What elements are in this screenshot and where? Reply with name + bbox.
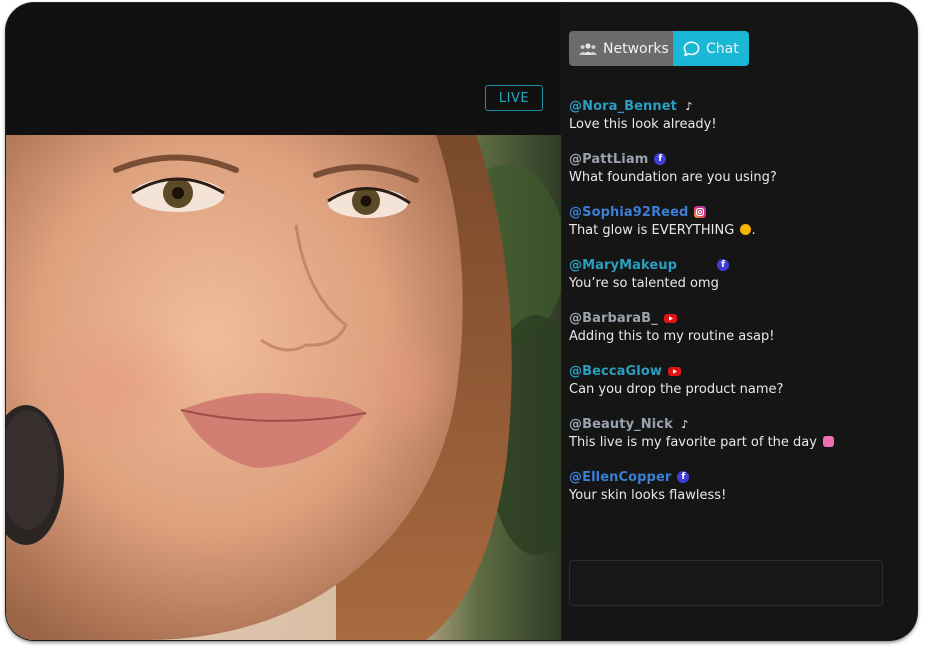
chat-message: @MaryMakeup f You’re so talented omg <box>569 256 899 309</box>
chat-message: @BarbaraB_ Adding this to my routine asa… <box>569 309 899 362</box>
video-pane: LIVE <box>6 3 561 640</box>
chat-message: @PattLiam f What foundation are you usin… <box>569 150 899 203</box>
heart-eyes-emoji <box>740 224 752 235</box>
view-tabs: Networks Chat <box>569 31 749 66</box>
youtube-icon <box>663 313 677 323</box>
chat-bubble-icon <box>683 40 700 56</box>
chat-input[interactable] <box>569 560 883 606</box>
live-badge: LIVE <box>485 85 543 111</box>
facebook-icon: f <box>677 471 690 483</box>
chat-message: @Nora_Bennet ♪ Love this look already! <box>569 97 899 150</box>
chat-message-text: You’re so talented omg <box>569 276 719 291</box>
tab-networks[interactable]: Networks <box>569 31 673 66</box>
chat-username[interactable]: @PattLiam <box>569 152 648 167</box>
chat-message-suffix: . <box>751 223 756 238</box>
tab-chat[interactable]: Chat <box>673 31 749 66</box>
chat-message-text: Your skin looks flawless! <box>569 488 727 503</box>
chat-message-text: Love this look already! <box>569 117 717 132</box>
chat-message: @Beauty_Nick ♪ This live is my favorite … <box>569 415 899 468</box>
chat-username[interactable]: @MaryMakeup <box>569 258 677 273</box>
chat-message-text: Adding this to my routine asap! <box>569 329 775 344</box>
chat-message-text: That glow is EVERYTHING <box>569 223 735 238</box>
tab-networks-label: Networks <box>603 40 669 57</box>
chat-message-text: Can you drop the product name? <box>569 382 784 397</box>
tiktok-icon: ♪ <box>685 99 693 113</box>
facebook-icon: f <box>717 259 730 271</box>
instagram-icon <box>694 206 707 218</box>
chat-username[interactable]: @BarbaraB_ <box>569 311 658 326</box>
chat-pane: Networks Chat @Nora_Bennet ♪ Love this l… <box>562 3 917 640</box>
chat-username[interactable]: @EllenCopper <box>569 470 671 485</box>
video-frame-image <box>6 135 561 640</box>
chat-message-text: This live is my favorite part of the day <box>569 435 817 450</box>
tab-chat-label: Chat <box>706 40 739 57</box>
people-icon <box>579 42 597 55</box>
chat-message: @BeccaGlow Can you drop the product name… <box>569 362 899 415</box>
sparkling-heart-emoji <box>823 436 835 447</box>
facebook-icon: f <box>654 153 667 165</box>
chat-username[interactable]: @BeccaGlow <box>569 364 662 379</box>
chat-message-list: @Nora_Bennet ♪ Love this look already! @… <box>569 97 899 521</box>
chat-message-text: What foundation are you using? <box>569 170 777 185</box>
app-frame: LIVE Networks Chat @Nora_Bennet ♪ Love t… <box>6 3 917 640</box>
live-video[interactable] <box>6 135 561 640</box>
chat-username[interactable]: @Nora_Bennet <box>569 99 677 114</box>
tiktok-icon: ♪ <box>681 417 689 431</box>
youtube-icon <box>667 366 681 376</box>
chat-message: @Sophia92Reed That glow is EVERYTHING . <box>569 203 899 256</box>
chat-message: @EllenCopper f Your skin looks flawless! <box>569 468 899 521</box>
chat-username[interactable]: @Sophia92Reed <box>569 205 688 220</box>
chat-username[interactable]: @Beauty_Nick <box>569 417 673 432</box>
